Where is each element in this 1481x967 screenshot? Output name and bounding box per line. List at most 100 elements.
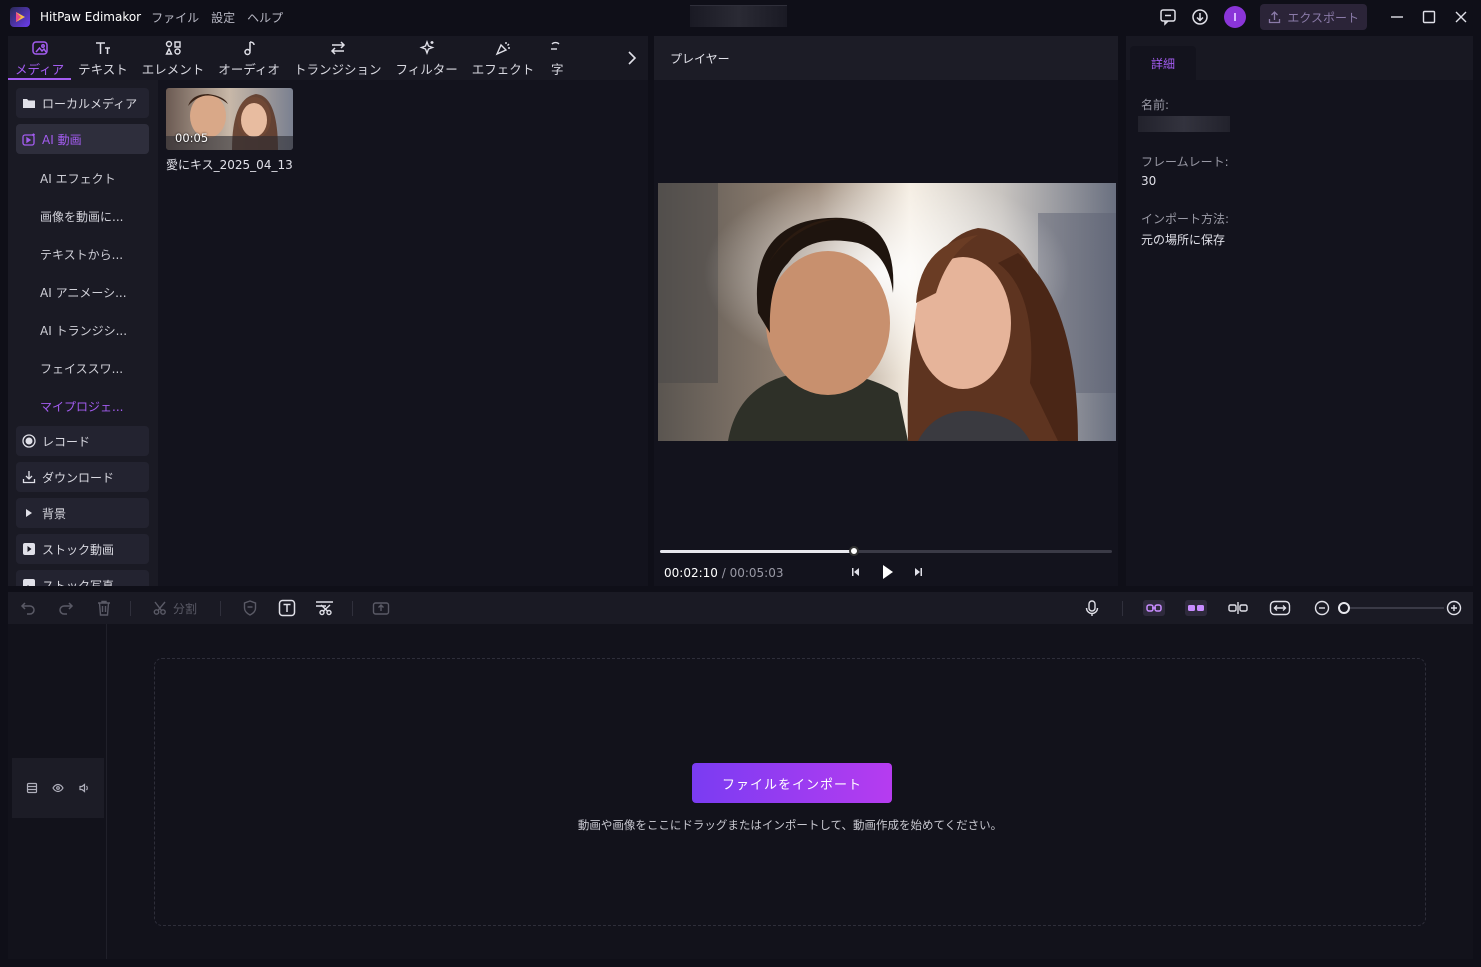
sidebar-subitem-text-to-video[interactable]: テキストから... xyxy=(40,246,123,263)
import-method-label: インポート方法: xyxy=(1141,212,1230,226)
filter-icon xyxy=(419,40,435,55)
toolbar-separator xyxy=(220,601,221,616)
toolbar-separator xyxy=(130,601,131,616)
sidebar-item-download[interactable]: ダウンロード xyxy=(16,462,149,492)
playback-progress-bar[interactable] xyxy=(660,546,1112,556)
sidebar-item-local-media[interactable]: ローカルメディア xyxy=(16,88,149,118)
zoom-slider-handle[interactable] xyxy=(1338,602,1350,614)
tab-text[interactable]: テキスト xyxy=(71,40,135,80)
media-duration: 00:05 xyxy=(175,131,209,145)
sidebar-subitem-face-swap[interactable]: フェイススワ... xyxy=(40,360,123,377)
blurred-name-value xyxy=(1138,116,1230,132)
export-label: エクスポート xyxy=(1287,10,1359,25)
zoom-slider-track[interactable] xyxy=(1344,607,1444,609)
undo-icon[interactable] xyxy=(18,598,38,618)
tab-transition[interactable]: トランジション xyxy=(287,40,389,80)
next-frame-icon[interactable] xyxy=(912,566,924,578)
playback-scrubber-handle[interactable] xyxy=(849,546,860,556)
previous-frame-icon[interactable] xyxy=(850,566,862,578)
tab-scroll-right-icon[interactable] xyxy=(622,46,642,70)
fit-width-icon[interactable] xyxy=(1268,598,1292,618)
current-time: 00:02:10 xyxy=(664,566,718,580)
microphone-icon[interactable] xyxy=(1082,598,1102,618)
sidebar-item-ai-video[interactable]: AI 動画 xyxy=(16,124,149,154)
download-icon[interactable] xyxy=(1184,0,1216,34)
media-icon xyxy=(31,41,48,55)
sidebar-subitem-ai-effect[interactable]: AI エフェクト xyxy=(40,170,116,187)
app-logo-icon xyxy=(10,7,30,27)
split-button[interactable]: 分割 xyxy=(148,598,202,618)
ai-video-icon xyxy=(22,133,35,146)
stock-video-icon xyxy=(23,543,35,555)
text-box-icon[interactable] xyxy=(276,598,298,618)
sidebar-subitem-image-to-video[interactable]: 画像を動画に... xyxy=(40,208,123,225)
feedback-icon[interactable] xyxy=(1152,0,1184,34)
player-title: プレイヤー xyxy=(670,51,730,66)
element-icon xyxy=(165,40,181,55)
media-panel: メディア テキスト エレメント オーディオ トランジション フィルター エフェク… xyxy=(8,36,648,586)
timeline-drop-zone[interactable]: ファイルをインポート 動画や画像をここにドラッグまたはインポートして、動画作成を… xyxy=(154,658,1426,926)
track-header-column xyxy=(8,624,107,959)
player-header: プレイヤー xyxy=(654,36,1118,80)
timeline: ファイルをインポート 動画や画像をここにドラッグまたはインポートして、動画作成を… xyxy=(8,624,1473,959)
toolbar-separator xyxy=(352,601,353,616)
split-marker-icon[interactable] xyxy=(1226,598,1250,618)
zoom-out-icon[interactable] xyxy=(1312,598,1332,618)
video-preview[interactable] xyxy=(658,183,1116,441)
tab-details[interactable]: 詳細 xyxy=(1130,46,1196,80)
menu-settings[interactable]: 設定 xyxy=(211,9,235,26)
track-volume-icon[interactable] xyxy=(78,782,90,794)
blurred-project-title xyxy=(690,5,787,27)
delete-icon[interactable] xyxy=(94,598,114,618)
menu-help[interactable]: ヘルプ xyxy=(247,9,283,26)
sidebar-item-background[interactable]: 背景 xyxy=(16,498,149,528)
import-file-button[interactable]: ファイルをインポート xyxy=(692,763,892,803)
sidebar-subitem-ai-animation[interactable]: AI アニメーシ... xyxy=(40,284,127,301)
tool-tabs: メディア テキスト エレメント オーディオ トランジション フィルター エフェク… xyxy=(8,36,648,80)
export-button[interactable]: エクスポート xyxy=(1260,4,1367,30)
user-avatar[interactable] xyxy=(1224,6,1247,28)
track-visibility-icon[interactable] xyxy=(52,782,64,794)
details-header: 詳細 xyxy=(1126,36,1473,80)
tab-element[interactable]: エレメント xyxy=(135,40,212,80)
framerate-label: フレームレート: xyxy=(1141,155,1229,169)
total-time: / 00:05:03 xyxy=(717,566,784,580)
maximize-icon[interactable] xyxy=(1413,0,1445,34)
media-filename: 愛にキス_2025_04_13 xyxy=(166,158,293,172)
close-icon[interactable] xyxy=(1445,0,1477,34)
tab-audio[interactable]: オーディオ xyxy=(211,40,287,80)
subtitle-icon xyxy=(551,41,560,50)
sidebar-item-stock-video[interactable]: ストック動画 xyxy=(16,534,149,564)
export-clip-icon[interactable] xyxy=(370,598,392,618)
track-controls xyxy=(12,758,104,818)
title-bar-actions: エクスポート xyxy=(1152,0,1481,34)
play-icon[interactable] xyxy=(880,564,894,580)
sidebar-subitem-ai-transition[interactable]: AI トランジシ... xyxy=(40,322,127,339)
framerate-value: 30 xyxy=(1141,174,1157,188)
effect-icon xyxy=(495,42,510,56)
redo-icon[interactable] xyxy=(56,598,76,618)
name-label: 名前: xyxy=(1141,98,1170,112)
timeline-toolbar: 分割 xyxy=(8,592,1473,624)
tab-effect[interactable]: エフェクト xyxy=(465,40,542,80)
magnetic-snap-icon[interactable] xyxy=(1184,598,1208,618)
sidebar-item-stock-photo[interactable]: ストック写真 xyxy=(16,570,149,586)
link-clips-icon[interactable] xyxy=(1142,598,1166,618)
sidebar-item-record[interactable]: レコード xyxy=(16,426,149,456)
zoom-in-icon[interactable] xyxy=(1444,598,1464,618)
menu-bar: ファイル 設定 ヘルプ xyxy=(151,9,283,26)
tab-media[interactable]: メディア xyxy=(8,40,72,80)
shield-icon[interactable] xyxy=(240,598,260,618)
triangle-right-icon xyxy=(26,509,32,517)
minimize-icon[interactable] xyxy=(1381,0,1413,34)
track-film-icon[interactable] xyxy=(26,782,38,794)
tab-filter[interactable]: フィルター xyxy=(388,40,464,80)
media-thumbnail[interactable]: 00:05 xyxy=(166,88,293,150)
tab-subtitle[interactable]: 字 xyxy=(541,40,573,80)
app-name: HitPaw Edimakor xyxy=(40,10,142,24)
sidebar-subitem-my-project[interactable]: マイプロジェ... xyxy=(40,398,123,415)
export-icon xyxy=(1269,10,1281,23)
menu-file[interactable]: ファイル xyxy=(151,9,199,26)
smart-cut-icon[interactable] xyxy=(314,598,336,618)
text-icon xyxy=(95,42,110,54)
